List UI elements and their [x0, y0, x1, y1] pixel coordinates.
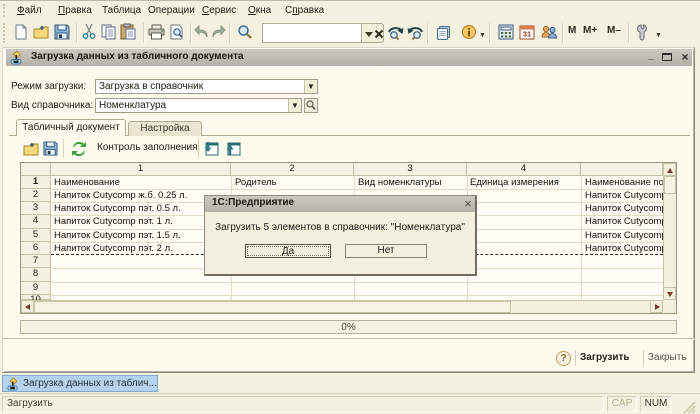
svg-text:31: 31	[523, 30, 531, 39]
